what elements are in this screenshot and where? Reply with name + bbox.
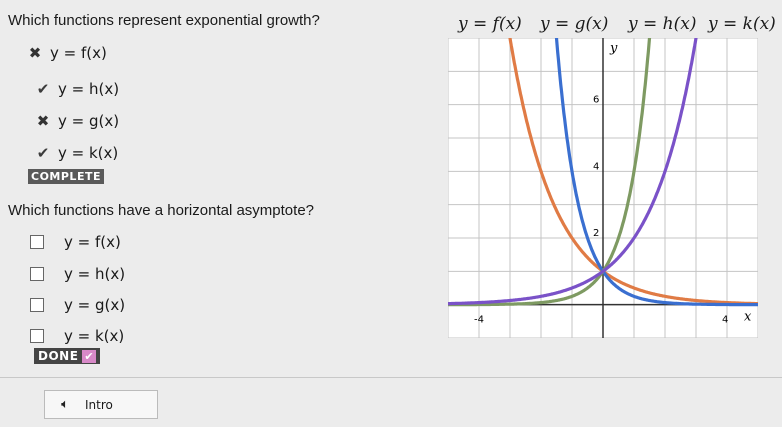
y-tick-label: 4: [593, 161, 599, 172]
done-button[interactable]: DONE ✔: [34, 348, 101, 364]
q1-option-label: y = f(x): [50, 44, 107, 62]
q1-option-label: y = g(x): [58, 112, 120, 130]
x-axis-label: x: [744, 310, 752, 325]
q2-option-3[interactable]: y = g(x): [30, 296, 125, 314]
complete-badge: COMPLETE: [28, 169, 104, 184]
divider: [0, 377, 782, 378]
q1-option-1: ✖ y = f(x): [22, 44, 107, 62]
legend-h: y = h(x): [628, 14, 697, 34]
question-2-text: Which functions have a horizontal asympt…: [8, 202, 314, 219]
checkbox[interactable]: [30, 298, 44, 312]
y-axis-label: y: [609, 41, 618, 56]
q2-option-4[interactable]: y = k(x): [30, 327, 124, 345]
check-icon: ✔: [36, 81, 50, 98]
q1-option-label: y = h(x): [58, 80, 120, 98]
check-icon: ✔: [36, 145, 50, 162]
y-tick-label: 2: [593, 228, 599, 239]
legend-k: y = k(x): [708, 14, 776, 34]
intro-label: Intro: [85, 397, 113, 412]
q2-option-label: y = g(x): [64, 296, 126, 314]
y-tick-label: 6: [593, 95, 599, 106]
question-1-text: Which functions represent exponential gr…: [8, 12, 320, 29]
q1-option-label: y = k(x): [58, 144, 119, 162]
check-icon: ✔: [82, 350, 97, 363]
q2-option-label: y = k(x): [64, 327, 125, 345]
legend-f: y = f(x): [458, 14, 522, 34]
checkbox[interactable]: [30, 267, 44, 281]
q2-option-label: y = f(x): [64, 233, 121, 251]
legend-g: y = g(x): [540, 14, 609, 34]
q1-option-4: ✔ y = k(x): [30, 144, 119, 162]
checkbox[interactable]: [30, 235, 44, 249]
cross-icon: ✖: [36, 113, 50, 130]
done-label: DONE: [38, 349, 79, 363]
cross-icon: ✖: [28, 45, 42, 62]
q2-option-2[interactable]: y = h(x): [30, 265, 125, 283]
q2-option-1[interactable]: y = f(x): [30, 233, 121, 251]
q2-option-label: y = h(x): [64, 265, 126, 283]
x-tick-label: -4: [474, 315, 484, 326]
q1-option-2: ✔ y = h(x): [30, 80, 119, 98]
checkbox[interactable]: [30, 329, 44, 343]
function-graph: x y -4 4 2 4 6: [448, 38, 758, 338]
q1-option-3: ✖ y = g(x): [30, 112, 119, 130]
x-tick-label: 4: [722, 315, 728, 326]
speaker-icon: 🔈︎: [61, 397, 69, 412]
intro-audio-button[interactable]: 🔈︎ Intro: [44, 390, 158, 419]
